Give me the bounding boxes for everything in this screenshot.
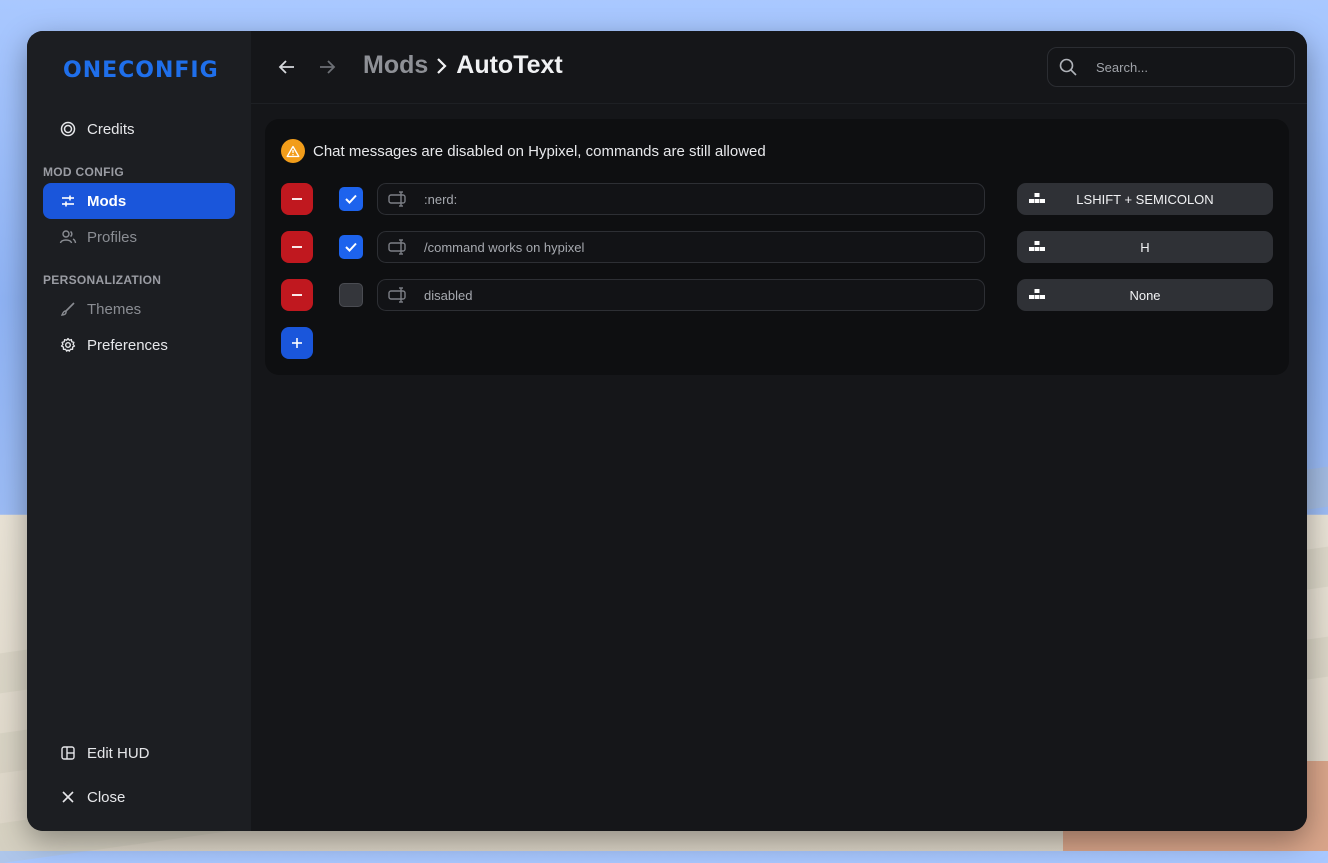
minus-icon	[292, 246, 302, 248]
sidebar-item-label: Close	[87, 788, 126, 806]
back-arrow-icon[interactable]	[275, 55, 299, 79]
autotext-row: :nerd: LSHIFT + SEMICOLON	[281, 183, 1273, 215]
keybind-label: None	[1129, 287, 1161, 303]
minus-icon	[292, 294, 302, 296]
enabled-checkbox[interactable]	[339, 235, 363, 259]
breadcrumb-parent[interactable]: Mods	[363, 51, 428, 80]
users-icon	[59, 228, 77, 246]
credits-icon	[59, 120, 77, 138]
main-panel: Mods AutoText Chat messages are disabled…	[251, 31, 1307, 831]
breadcrumb-current: AutoText	[456, 51, 563, 79]
warning-notice: Chat messages are disabled on Hypixel, c…	[281, 139, 766, 163]
minus-icon	[292, 198, 302, 200]
keybind-button[interactable]: H	[1017, 231, 1273, 263]
oneconfig-window: ONECONFIG Credits MOD CONFIG Mods Profil…	[27, 31, 1307, 831]
warning-text: Chat messages are disabled on Hypixel, c…	[313, 142, 766, 160]
sidebar-item-label: Themes	[87, 300, 142, 318]
message-text-value: disabled	[424, 287, 473, 303]
sidebar-item-credits[interactable]: Credits	[43, 111, 235, 147]
breadcrumb: Mods AutoText	[363, 51, 563, 80]
sidebar-item-profiles[interactable]: Profiles	[43, 219, 235, 255]
remove-row-button[interactable]	[281, 231, 313, 263]
search-box[interactable]	[1047, 47, 1295, 87]
section-title-personalization: PERSONALIZATION	[43, 273, 162, 287]
forward-arrow-icon[interactable]	[315, 55, 339, 79]
brush-icon	[59, 300, 77, 318]
keybind-label: LSHIFT + SEMICOLON	[1076, 191, 1214, 207]
warning-icon	[281, 139, 305, 163]
message-text-field[interactable]: disabled	[377, 279, 985, 311]
keyboard-icon	[1029, 241, 1045, 251]
autotext-card: Chat messages are disabled on Hypixel, c…	[265, 119, 1289, 375]
sidebar-item-close[interactable]: Close	[43, 779, 235, 815]
keybind-button[interactable]: None	[1017, 279, 1273, 311]
sidebar-item-label: Edit HUD	[87, 744, 150, 762]
top-bar: Mods AutoText	[251, 31, 1307, 104]
keybind-button[interactable]: LSHIFT + SEMICOLON	[1017, 183, 1273, 215]
text-cursor-icon	[388, 286, 410, 304]
remove-row-button[interactable]	[281, 279, 313, 311]
enabled-checkbox[interactable]	[339, 283, 363, 307]
sliders-icon	[59, 192, 77, 210]
enabled-checkbox[interactable]	[339, 187, 363, 211]
remove-row-button[interactable]	[281, 183, 313, 215]
sidebar-item-mods[interactable]: Mods	[43, 183, 235, 219]
message-text-value: /command works on hypixel	[424, 239, 585, 255]
sidebar-item-edit-hud[interactable]: Edit HUD	[43, 735, 235, 771]
text-cursor-icon	[388, 238, 410, 256]
keybind-label: H	[1140, 239, 1150, 255]
gear-icon	[59, 336, 77, 354]
search-icon	[1058, 57, 1078, 77]
plus-icon	[292, 338, 302, 348]
close-icon	[59, 788, 77, 806]
sidebar-item-label: Profiles	[87, 228, 138, 246]
autotext-row: /command works on hypixel H	[281, 231, 1273, 263]
message-text-value: :nerd:	[424, 191, 458, 207]
section-title-mod-config: MOD CONFIG	[43, 165, 124, 179]
layout-icon	[59, 744, 77, 762]
message-text-field[interactable]: /command works on hypixel	[377, 231, 985, 263]
keyboard-icon	[1029, 193, 1045, 203]
sidebar-item-label: Credits	[87, 120, 135, 138]
text-cursor-icon	[388, 190, 410, 208]
add-row-button[interactable]	[281, 327, 313, 359]
search-input[interactable]	[1094, 58, 1278, 76]
sidebar-item-label: Preferences	[87, 336, 168, 354]
checkmark-icon	[345, 242, 357, 252]
keyboard-icon	[1029, 289, 1045, 299]
message-text-field[interactable]: :nerd:	[377, 183, 985, 215]
sidebar-item-themes[interactable]: Themes	[43, 291, 235, 327]
sidebar-item-label: Mods	[87, 192, 127, 210]
sidebar-item-preferences[interactable]: Preferences	[43, 327, 235, 363]
autotext-row: disabled None	[281, 279, 1273, 311]
chevron-right-icon	[436, 57, 448, 75]
checkmark-icon	[345, 194, 357, 204]
oneconfig-logo: ONECONFIG	[63, 58, 219, 83]
sidebar: ONECONFIG Credits MOD CONFIG Mods Profil…	[27, 31, 251, 831]
